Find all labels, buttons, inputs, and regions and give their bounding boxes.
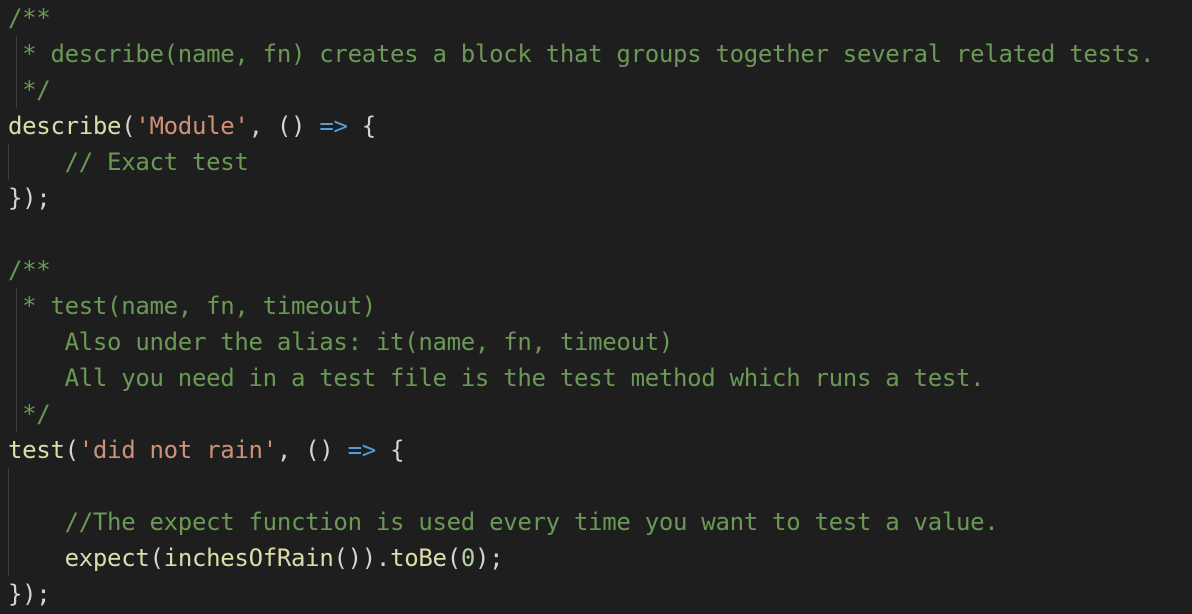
function-name: inchesOfRain <box>163 544 334 572</box>
block-close: }); <box>8 184 51 212</box>
code-line-10[interactable]: Also under the alias: it(name, fn, timeo… <box>8 324 674 360</box>
doc-comment-describe: * describe(name, fn) creates a block tha… <box>8 40 1155 68</box>
punctuation: ( <box>64 436 79 464</box>
code-line-2[interactable]: * describe(name, fn) creates a block tha… <box>8 36 1154 72</box>
doc-comment-alias: Also under the alias: it(name, fn, timeo… <box>8 328 674 356</box>
function-name: expect <box>64 544 150 572</box>
code-line-13[interactable]: test('did not rain', () => { <box>8 432 405 468</box>
line-comment: //The expect function is used every time… <box>8 508 999 536</box>
string-literal: 'did not rain' <box>78 436 277 464</box>
function-name: describe <box>8 112 122 140</box>
punctuation: { <box>347 112 376 140</box>
doc-comment-usage: All you need in a test file is the test … <box>8 364 985 392</box>
code-line-9[interactable]: * test(name, fn, timeout) <box>8 288 376 324</box>
doc-comment-close: */ <box>8 400 51 428</box>
doc-comment-test: * test(name, fn, timeout) <box>8 292 376 320</box>
punctuation: ( <box>446 544 461 572</box>
punctuation: ); <box>475 544 504 572</box>
doc-comment-open: /** <box>8 256 51 284</box>
number-literal: 0 <box>460 544 475 572</box>
punctuation: { <box>375 436 405 464</box>
code-line-4[interactable]: describe('Module', () => { <box>8 108 376 144</box>
code-line-1[interactable]: /** <box>8 0 51 36</box>
code-line-16[interactable]: expect(inchesOfRain()).toBe(0); <box>8 540 504 576</box>
punctuation: ()). <box>333 544 391 572</box>
code-line-5[interactable]: // Exact test <box>8 144 249 180</box>
punctuation: , () <box>276 436 348 464</box>
function-name: test <box>8 436 65 464</box>
punctuation: ( <box>121 112 136 140</box>
code-line-17[interactable]: }); <box>8 576 51 612</box>
punctuation: , () <box>248 112 320 140</box>
doc-comment-close: */ <box>8 76 51 104</box>
line-comment: // Exact test <box>8 148 249 176</box>
doc-comment-open: /** <box>8 4 51 32</box>
code-line-8[interactable]: /** <box>8 252 51 288</box>
arrow-operator: => <box>347 436 377 464</box>
code-line-3[interactable]: */ <box>8 72 51 108</box>
code-line-11[interactable]: All you need in a test file is the test … <box>8 360 985 396</box>
code-line-15[interactable]: //The expect function is used every time… <box>8 504 999 540</box>
block-close: }); <box>8 580 51 608</box>
code-line-12[interactable]: */ <box>8 396 51 432</box>
function-name: toBe <box>390 544 447 572</box>
arrow-operator: => <box>319 112 348 140</box>
punctuation: ( <box>149 544 164 572</box>
string-literal: 'Module' <box>135 112 249 140</box>
code-line-6[interactable]: }); <box>8 180 51 216</box>
code-editor[interactable]: /** * describe(name, fn) creates a block… <box>0 0 1192 614</box>
